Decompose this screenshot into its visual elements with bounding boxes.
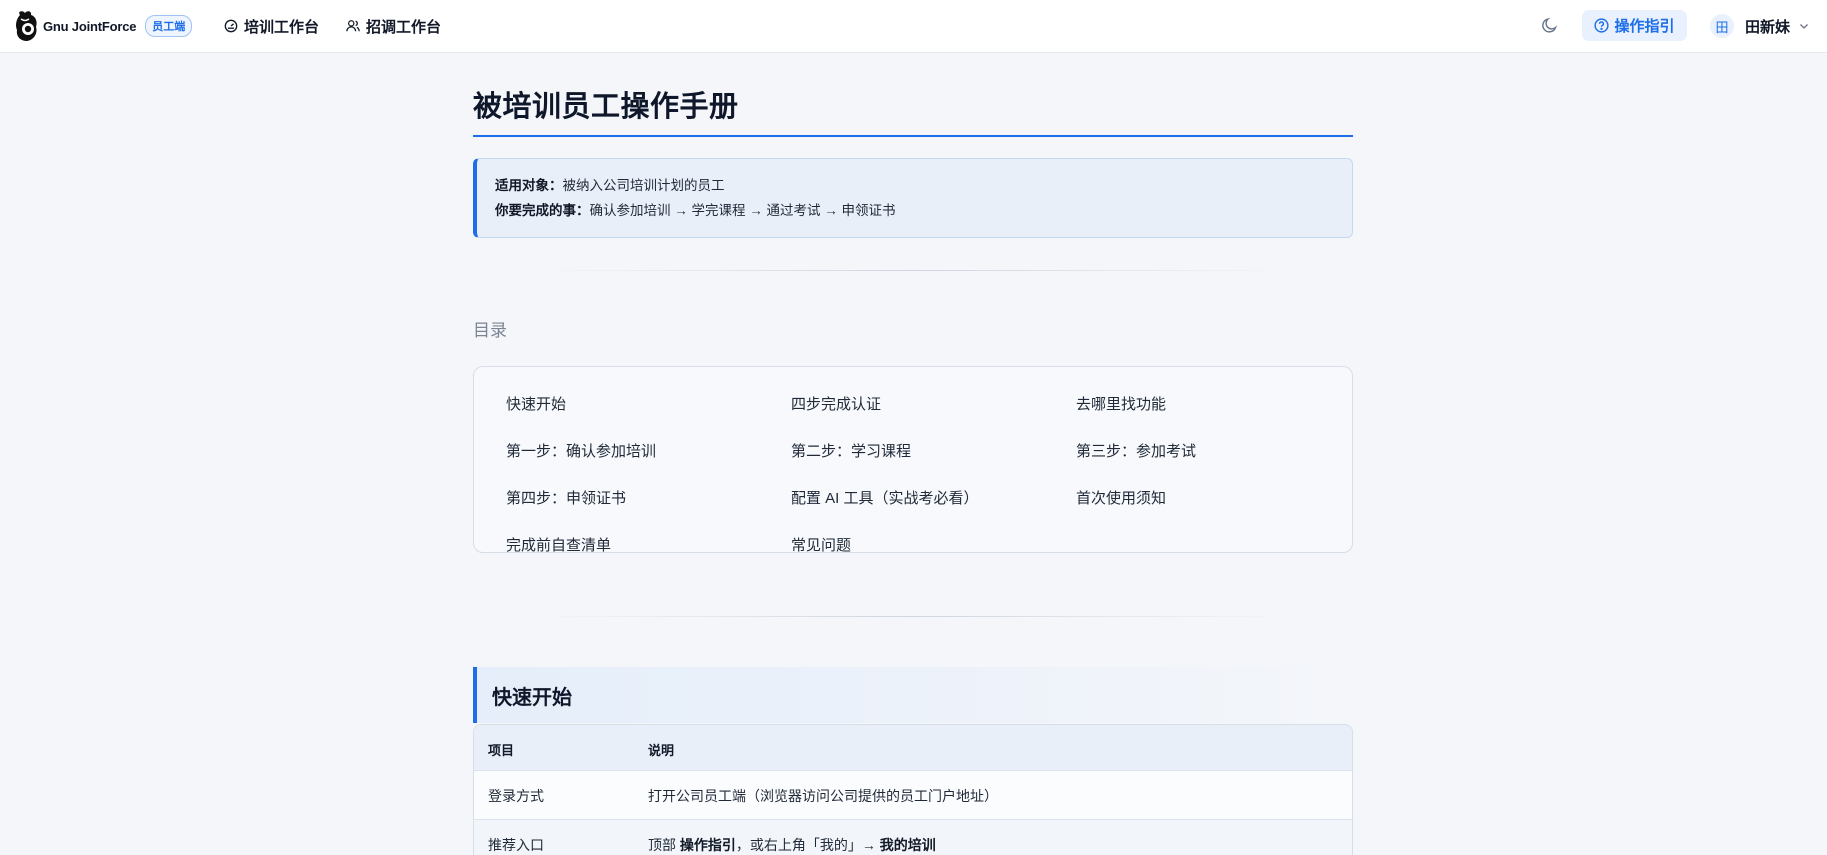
title-divider — [473, 135, 1353, 137]
toc-heading: 目录 — [473, 321, 507, 340]
toc-link-checklist[interactable]: 完成前自查清单 — [506, 534, 611, 555]
nav-recruit-workbench[interactable]: 招调工作台 — [346, 16, 441, 36]
toc-link-ai-tools[interactable]: 配置 AI 工具（实战考必看） — [791, 487, 979, 508]
operation-guide-label: 操作指引 — [1614, 18, 1675, 35]
quick-start-table: 项目 说明 登录方式 打开公司员工端（浏览器访问公司提供的员工门户地址） 推荐入… — [473, 724, 1353, 855]
gnu-logo-icon — [16, 11, 37, 41]
section-divider — [533, 270, 1293, 271]
operation-guide-button[interactable]: 操作指引 — [1582, 10, 1687, 41]
table-row: 推荐入口 顶部 操作指引，或右上角「我的」→ 我的培训 — [474, 820, 1352, 855]
toc-link-quick-start[interactable]: 快速开始 — [506, 393, 566, 414]
audience-label: 适用对象 — [495, 178, 549, 193]
toc-link-four-steps[interactable]: 四步完成认证 — [791, 393, 881, 414]
toc-link-step-three[interactable]: 第三步：参加考试 — [1076, 440, 1196, 461]
tasks-line: 你要完成的事：确认参加培训 → 学完课程 → 通过考试 → 申领证书 — [495, 203, 896, 218]
audience-value: 被纳入公司培训计划的员工 — [562, 178, 725, 193]
table-header-row: 项目 说明 — [474, 725, 1352, 771]
toc-link-step-two[interactable]: 第二步：学习课程 — [791, 440, 911, 461]
info-callout: 适用对象：被纳入公司培训计划的员工 你要完成的事：确认参加培训 → 学完课程 →… — [473, 158, 1353, 238]
table-cell-desc: 顶部 操作指引，或右上角「我的」→ 我的培训 — [648, 837, 936, 853]
brand[interactable]: Gnu JointForce 员工端 — [14, 9, 193, 43]
help-circle-icon — [1594, 18, 1610, 33]
section-divider — [533, 616, 1293, 617]
nav-training-workbench[interactable]: 培训工作台 — [224, 16, 319, 36]
table-cell-item: 登录方式 — [488, 788, 544, 804]
table-of-contents: 快速开始 四步完成认证 去哪里找功能 第一步：确认参加培训 第二步：学习课程 第… — [473, 366, 1353, 555]
table-row: 登录方式 打开公司员工端（浏览器访问公司提供的员工门户地址） — [474, 771, 1352, 820]
user-menu[interactable]: 田 田新妹 — [1710, 12, 1810, 40]
nav-training-label: 培训工作台 — [244, 18, 320, 36]
toc-link-first-use[interactable]: 首次使用须知 — [1076, 487, 1166, 508]
moon-icon[interactable] — [1541, 16, 1559, 34]
avatar: 田 — [1710, 14, 1734, 38]
tasks-label: 你要完成的事 — [495, 203, 576, 218]
top-navigation-bar: Gnu JointForce 员工端 培训工作台 招调工作台 操作指引 田 田新… — [0, 0, 1827, 53]
user-name: 田新妹 — [1745, 18, 1791, 36]
table-cell-desc: 打开公司员工端（浏览器访问公司提供的员工门户地址） — [648, 788, 998, 804]
table-cell-item: 推荐入口 — [488, 837, 544, 853]
section-title-quick-start: 快速开始 — [473, 667, 1353, 723]
audience-line: 适用对象：被纳入公司培训计划的员工 — [495, 178, 725, 193]
dashboard-icon — [224, 19, 238, 33]
tasks-value: 确认参加培训 → 学完课程 → 通过考试 → 申领证书 — [589, 203, 896, 218]
table-header-item: 项目 — [488, 743, 515, 758]
toc-link-step-four[interactable]: 第四步：申领证书 — [506, 487, 626, 508]
toc-link-step-one[interactable]: 第一步：确认参加培训 — [506, 440, 656, 461]
brand-name: Gnu JointForce — [43, 18, 137, 34]
chevron-down-icon — [1800, 24, 1808, 29]
role-badge: 员工端 — [145, 15, 193, 37]
table-header-desc: 说明 — [648, 743, 675, 758]
nav-recruit-label: 招调工作台 — [366, 18, 442, 36]
toc-link-where-to-find[interactable]: 去哪里找功能 — [1076, 393, 1166, 414]
users-icon — [346, 20, 360, 32]
toc-link-faq[interactable]: 常见问题 — [791, 534, 851, 555]
page-title: 被培训员工操作手册 — [473, 91, 739, 123]
